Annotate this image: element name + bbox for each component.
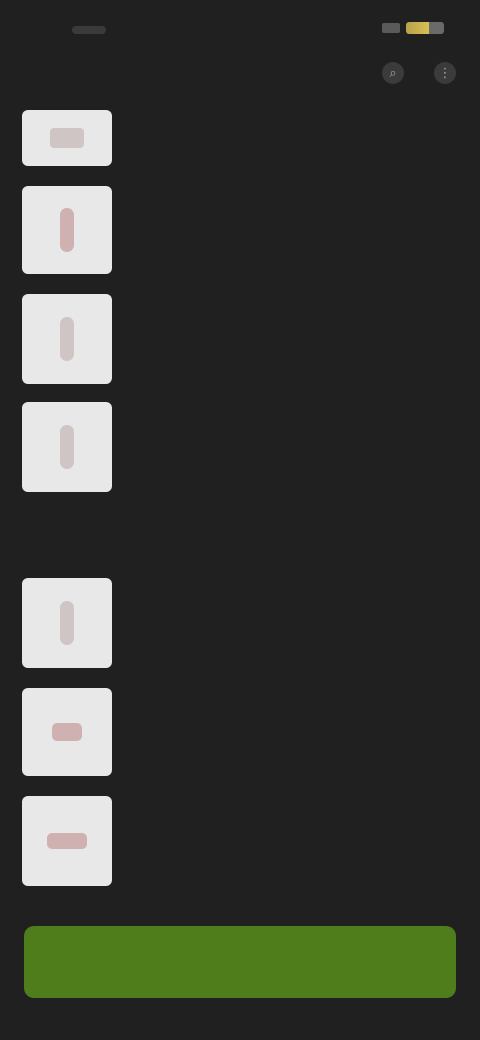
thumbnail-figure: [60, 317, 74, 361]
thumbnail-figure: [60, 208, 74, 252]
toolbar: ⌕ ⋮: [382, 62, 456, 84]
battery-icon: [406, 22, 444, 34]
status-indicator: [72, 26, 106, 34]
thumbnail-figure: [52, 723, 82, 741]
list-item[interactable]: [22, 688, 458, 776]
thumbnail-figure: [60, 601, 74, 645]
primary-action-button[interactable]: [24, 926, 456, 998]
item-thumbnail: [22, 688, 112, 776]
search-icon[interactable]: ⌕: [382, 62, 404, 84]
status-bar: [0, 0, 480, 58]
thumbnail-figure: [60, 425, 74, 469]
thumbnail-figure: [50, 128, 84, 148]
app-screen: ⌕ ⋮: [0, 0, 480, 1040]
item-thumbnail: [22, 294, 112, 384]
list-item[interactable]: [22, 578, 458, 668]
list-item[interactable]: [22, 110, 458, 166]
item-thumbnail: [22, 578, 112, 668]
item-thumbnail: [22, 110, 112, 166]
item-thumbnail: [22, 402, 112, 492]
more-icon[interactable]: ⋮: [434, 62, 456, 84]
thumbnail-figure: [47, 833, 87, 849]
list-item[interactable]: [22, 402, 458, 492]
list-item[interactable]: [22, 796, 458, 886]
status-icons: [382, 22, 444, 34]
list-item[interactable]: [22, 294, 458, 384]
item-thumbnail: [22, 796, 112, 886]
item-thumbnail: [22, 186, 112, 274]
signal-icon: [382, 23, 400, 33]
list-item[interactable]: [22, 186, 458, 274]
